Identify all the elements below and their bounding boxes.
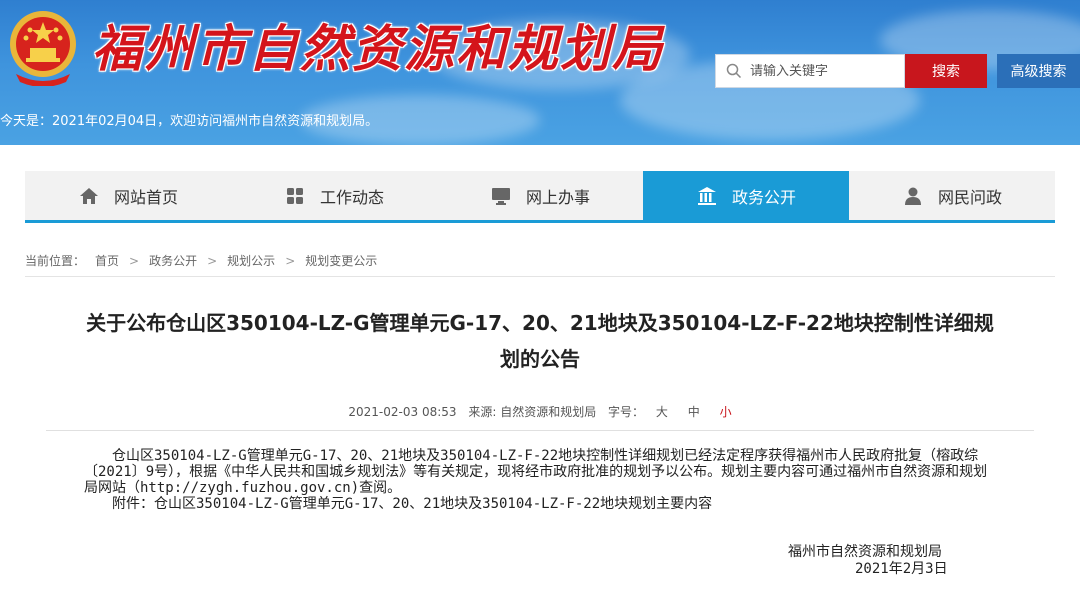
article-title-line: 关于公布仓山区350104-LZ-G管理单元G-17、20、21地块及35010… [86, 311, 994, 335]
breadcrumb-link-government-affairs[interactable]: 政务公开 [149, 252, 197, 269]
font-size-large-button[interactable]: 大 [656, 405, 668, 419]
font-size-small-button[interactable]: 小 [720, 405, 732, 419]
breadcrumb-link-planning-notice[interactable]: 规划公示 [227, 252, 275, 269]
home-icon [79, 187, 98, 204]
search-button[interactable]: 搜索 [905, 54, 987, 88]
nav-item-work-news[interactable]: 工作动态 [231, 171, 437, 220]
search-icon [726, 63, 742, 79]
nav-item-label: 工作动态 [319, 187, 384, 207]
grid-icon [286, 187, 303, 204]
building-icon [697, 186, 716, 205]
article-title: 关于公布仓山区350104-LZ-G管理单元G-17、20、21地块及35010… [40, 305, 1040, 377]
main-nav: 网站首页 工作动态 网上办事 政务公开 网民问政 [25, 171, 1055, 223]
national-emblem-icon [10, 11, 76, 86]
site-title: 福州市自然资源和规划局 [92, 19, 664, 78]
user-icon [904, 187, 921, 205]
font-size-medium-button[interactable]: 中 [688, 405, 700, 419]
monitor-icon [491, 187, 510, 205]
nav-item-online-service[interactable]: 网上办事 [437, 171, 643, 220]
article-attachment[interactable]: 附件：仓山区350104-LZ-G管理单元G-17、20、21地块及350104… [84, 496, 998, 512]
advanced-search-button[interactable]: 高级搜索 [997, 54, 1080, 88]
article-title-line: 划的公告 [500, 347, 580, 371]
breadcrumb-separator: > [285, 253, 296, 268]
signature-date: 2021年2月3日 [855, 561, 948, 577]
nav-item-government-affairs[interactable]: 政务公开 [643, 171, 849, 220]
breadcrumb-separator: > [207, 253, 218, 268]
article-body: 仓山区350104-LZ-G管理单元G-17、20、21地块及350104-LZ… [84, 448, 998, 512]
nav-item-label: 网上办事 [525, 187, 590, 207]
breadcrumb: 当前位置： 首页 > 政务公开 > 规划公示 > 规划变更公示 [25, 245, 1055, 277]
site-header-banner: 福州市自然资源和规划局 搜索 高级搜索 今天是：2021年02月04日，欢迎访问… [0, 0, 1080, 145]
article-paragraph: 仓山区350104-LZ-G管理单元G-17、20、21地块及350104-LZ… [84, 448, 988, 496]
content-divider [46, 430, 1034, 431]
nav-item-label: 网站首页 [113, 187, 178, 207]
nav-item-home[interactable]: 网站首页 [25, 171, 231, 220]
breadcrumb-link-home[interactable]: 首页 [95, 252, 119, 269]
search-box[interactable] [715, 54, 905, 88]
breadcrumb-prefix: 当前位置： [25, 254, 86, 268]
nav-item-label: 政务公开 [731, 187, 796, 207]
welcome-date-text: 今天是：2021年02月04日，欢迎访问福州市自然资源和规划局。 [0, 114, 379, 129]
breadcrumb-link-planning-change-notice[interactable]: 规划变更公示 [305, 252, 377, 269]
article-meta: 2021-02-03 08:53 来源: 自然资源和规划局 字号： 大 中 小 [0, 403, 1080, 420]
breadcrumb-separator: > [129, 253, 140, 268]
nav-item-public-inquiry[interactable]: 网民问政 [849, 171, 1055, 220]
article-source: 来源: 自然资源和规划局 [468, 405, 597, 419]
font-size-label: 字号： [608, 405, 645, 419]
search-input[interactable] [750, 63, 890, 79]
nav-item-label: 网民问政 [937, 187, 1002, 207]
publish-datetime: 2021-02-03 08:53 [348, 405, 457, 419]
